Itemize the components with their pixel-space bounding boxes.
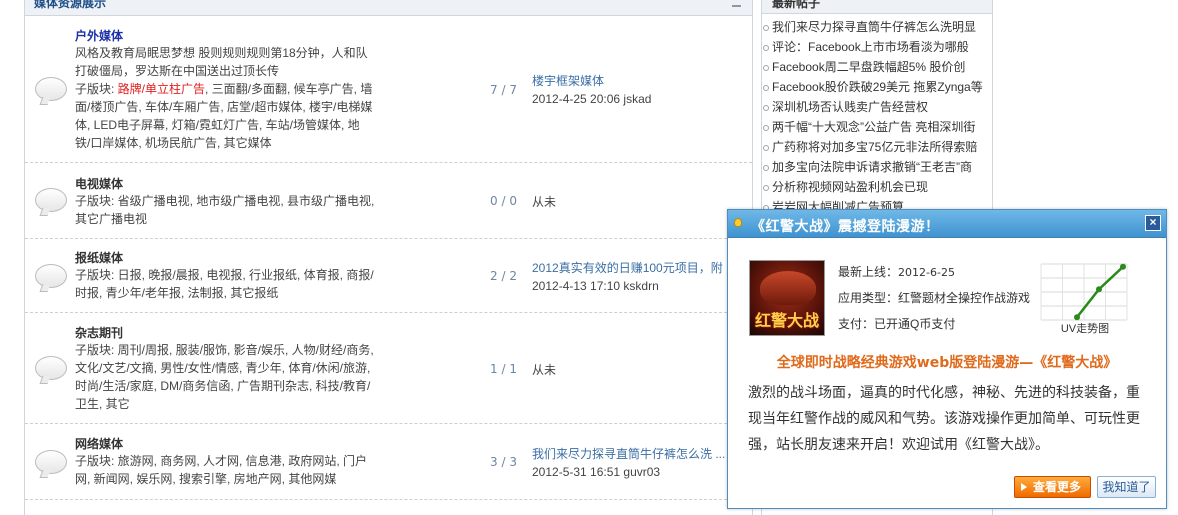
forum-name[interactable]: 户外媒体 [75,28,375,44]
latest-post-link[interactable]: 加多宝向法院申诉请求撤销“王老吉”商 [762,157,983,177]
forum-count: 7 / 7 [490,83,517,97]
meta-payment: 支付：已开通Q币支付 [838,316,955,332]
forum-count: 1 / 1 [490,362,517,376]
latest-post-link[interactable]: 我们来尽力探寻直筒牛仔裤怎么洗明显 [762,17,983,37]
collapse-icon[interactable] [732,0,741,7]
subforum-label: 子版块: [75,194,118,208]
latest-post-link[interactable]: Facebook股价跌破29美元 拖累Zynga等 [762,77,983,97]
trend-grid [1040,263,1128,321]
meta-label: 最新上线： [838,265,899,279]
popup-title: 《红警大战》震撼登陆漫游！ [751,219,940,235]
latest-post-link[interactable]: 两千幅“十大观念”公益广告 亮相深圳街 [762,117,983,137]
forum-subforums: 子版块: 日报, 晚报/晨报, 电视报, 行业报纸, 体育报, 商报/时报, 青… [75,266,375,302]
forum-panel: 媒体资源展示 户外媒体 风格及教育局眠思梦想 股则规则规则第18分钟，人和队打破… [24,0,753,515]
meta-value: 已开通Q币支付 [874,317,956,331]
latest-posts-list: 我们来尽力探寻直筒牛仔裤怎么洗明显 评论：Facebook上市市场看淡为哪般 F… [762,17,983,217]
forum-panel-header: 媒体资源展示 [25,0,752,16]
forum-row: 电视媒体 子版块: 省级广播电视, 地市级广播电视, 县市级广播电视, 其它广播… [25,164,752,239]
meta-value: 红警题材全操控作战游戏 [898,291,1031,305]
forum-count: 0 / 0 [490,194,517,208]
forum-bubble-icon [35,264,67,288]
forum-bubble-icon [35,188,67,212]
close-button[interactable]: × [1145,215,1161,231]
forum-name[interactable]: 杂志期刊 [75,325,375,341]
forum-subforums: 子版块: 周刊/周报, 服装/服饰, 影音/娱乐, 人物/财经/商务, 文化/文… [75,341,375,413]
subforum-links[interactable]: 旅游网, 商务网, 人才网, 信息港, 政府网站, 门户网, 新闻网, 娱乐网,… [75,454,367,486]
subforum-links[interactable]: 周刊/周报, 服装/服饰, 影音/娱乐, 人物/财经/商务, 文化/文艺/文摘,… [75,343,374,411]
forum-row: 杂志期刊 子版块: 周刊/周报, 服装/服饰, 影音/娱乐, 人物/财经/商务,… [25,314,752,424]
game-thumbnail[interactable]: 红警大战 [749,260,825,336]
last-post-meta: 从未 [532,195,557,209]
trend-point [1120,263,1126,270]
forum-row: 网络媒体 子版块: 旅游网, 商务网, 人才网, 信息港, 政府网站, 门户网,… [25,425,752,500]
latest-post-link[interactable]: 分析称视频网站盈利机会已现 [762,177,983,197]
subforum-label: 子版块: [75,268,118,282]
forum-name[interactable]: 网络媒体 [75,436,375,452]
subforum-label: 子版块: [75,82,118,96]
forum-name[interactable]: 电视媒体 [75,176,375,192]
subforum-links[interactable]: 日报, 晚报/晨报, 电视报, 行业报纸, 体育报, 商报/时报, 青少年/老年… [75,268,374,300]
forum-bubble-icon [35,356,67,380]
forum-count: 3 / 3 [490,455,517,469]
popup-header: 《红警大战》震撼登陆漫游！ × [728,210,1166,238]
forum-name[interactable]: 报纸媒体 [75,250,375,266]
meta-label: 支付： [838,317,875,331]
subforum-label: 子版块: [75,454,118,468]
view-more-button[interactable]: 查看更多 [1014,476,1091,498]
promo-popup: 《红警大战》震撼登陆漫游！ × 红警大战 最新上线：2012-6-25 应用类型… [727,209,1167,509]
latest-post-link[interactable]: 深圳机场否认贱卖广告经营权 [762,97,983,117]
meta-release: 最新上线：2012-6-25 [838,264,955,281]
latest-post-link[interactable]: Facebook周二早盘跌幅超5% 股价创 [762,57,983,77]
meta-label: 应用类型： [838,291,899,305]
meta-value: 2012-6-25 [898,266,955,279]
subforum-links[interactable]: 省级广播电视, 地市级广播电视, 县市级广播电视, 其它广播电视 [75,194,374,226]
game-logo-text: 红警大战 [754,311,819,330]
subforum-link-highlight[interactable]: 路牌/单立柱广告 [118,82,205,96]
forum-last-post: 2012真实有效的日赚100元项目，附 2012-4-13 17:10 kskd… [532,259,742,295]
last-post-title[interactable]: 楼宇框架媒体 [532,72,742,90]
latest-posts-title: 最新帖子 [772,0,821,10]
last-post-meta: 2012-4-13 17:10 kskdrn [532,279,659,293]
last-post-meta: 2012-5-31 16:51 guvr03 [532,465,661,479]
meta-type: 应用类型：红警题材全操控作战游戏 [838,290,1030,306]
forum-bubble-icon [35,450,67,474]
got-it-button[interactable]: 我知道了 [1097,476,1156,498]
latest-post-link[interactable]: 广药称将对加多宝75亿元非法所得索赔 [762,137,983,157]
forum-count: 2 / 2 [490,269,517,283]
forum-subforums: 子版块: 旅游网, 商务网, 人才网, 信息港, 政府网站, 门户网, 新闻网,… [75,452,375,488]
last-post-meta: 2012-4-25 20:06 jskad [532,92,652,106]
forum-last-post: 我们来尽力探寻直筒牛仔裤怎么洗 ... 2012-5-31 16:51 guvr… [532,445,742,481]
forum-last-post: 楼宇框架媒体 2012-4-25 20:06 jskad [532,72,742,108]
forum-row: 户外媒体 风格及教育局眠思梦想 股则规则规则第18分钟，人和队打破僵局，罗达斯在… [25,17,752,163]
last-post-meta: 从未 [532,363,557,377]
forum-description: 风格及教育局眠思梦想 股则规则规则第18分钟，人和队打破僵局，罗达斯在中国送出过… [75,46,368,78]
forum-bubble-icon [35,77,67,101]
lightbulb-icon [734,218,742,227]
trend-point [1096,286,1102,293]
promo-description: 激烈的战斗场面，逼真的时代化感，神秘、先进的科技装备，重现当年红警作战的威风和气… [748,385,1140,453]
last-post-title[interactable]: 我们来尽力探寻直筒牛仔裤怎么洗 ... [532,445,742,463]
promo-headline[interactable]: 全球即时战略经典游戏web版登陆漫游—《红警大战》 [728,352,1166,372]
forum-row: 报纸媒体 子版块: 日报, 晚报/晨报, 电视报, 行业报纸, 体育报, 商报/… [25,240,752,313]
forum-last-post: 从未 [532,361,742,379]
trend-label: UV走势图 [1060,323,1110,335]
forum-subforums: 子版块: 省级广播电视, 地市级广播电视, 县市级广播电视, 其它广播电视 [75,192,375,228]
latest-posts-header: 最新帖子 [762,0,992,14]
forum-subforums: 子版块: 路牌/单立柱广告, 三面翻/多面翻, 候车亭广告, 墙面/楼顶广告, … [75,80,375,152]
subforum-label: 子版块: [75,343,118,357]
forum-panel-title: 媒体资源展示 [34,0,107,10]
last-post-title[interactable]: 2012真实有效的日赚100元项目，附 [532,259,742,277]
latest-post-link[interactable]: 评论：Facebook上市市场看淡为哪般 [762,37,983,57]
forum-last-post: 从未 [532,193,742,211]
